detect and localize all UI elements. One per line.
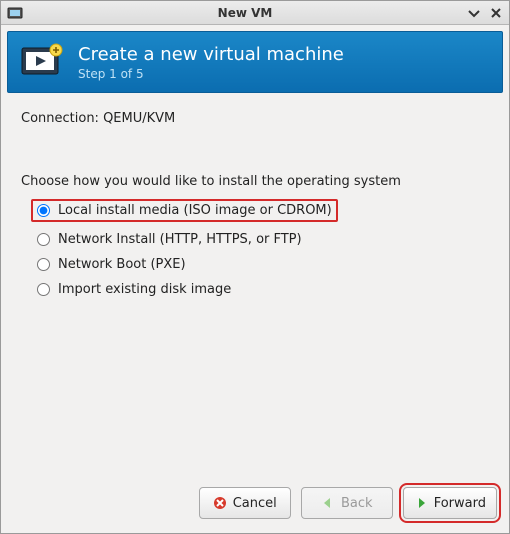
forward-button[interactable]: Forward [403, 487, 497, 519]
back-button: Back [301, 487, 393, 519]
install-option-radio-pxe[interactable] [37, 258, 50, 271]
back-arrow-icon [321, 496, 335, 510]
forward-arrow-icon [414, 496, 428, 510]
install-method-options: Local install media (ISO image or CDROM)… [37, 199, 489, 297]
install-option-label: Network Boot (PXE) [58, 257, 186, 272]
back-label: Back [341, 496, 373, 511]
banner-heading: Create a new virtual machine [78, 44, 344, 65]
install-option-pxe[interactable]: Network Boot (PXE) [37, 257, 489, 272]
titlebar: New VM [1, 1, 509, 25]
banner-step: Step 1 of 5 [78, 67, 344, 81]
app-icon [7, 5, 23, 21]
window-title: New VM [29, 6, 461, 20]
cancel-label: Cancel [233, 496, 277, 511]
forward-label: Forward [434, 496, 486, 511]
install-option-radio-import[interactable] [37, 283, 50, 296]
vm-new-icon [20, 42, 64, 82]
cancel-icon [213, 496, 227, 510]
connection-value: QEMU/KVM [103, 111, 175, 126]
install-option-import[interactable]: Import existing disk image [37, 282, 489, 297]
connection-row: Connection: QEMU/KVM [21, 111, 489, 126]
install-option-label: Local install media (ISO image or CDROM) [58, 203, 332, 218]
install-method-label: Choose how you would like to install the… [21, 174, 489, 189]
new-vm-window: New VM Create a new virtual machine Step… [0, 0, 510, 534]
cancel-button[interactable]: Cancel [199, 487, 291, 519]
wizard-banner: Create a new virtual machine Step 1 of 5 [7, 31, 503, 93]
connection-label: Connection: [21, 111, 99, 126]
close-icon[interactable] [489, 6, 503, 20]
install-option-radio-local[interactable] [37, 204, 50, 217]
install-option-label: Import existing disk image [58, 282, 231, 297]
window-controls [467, 6, 503, 20]
minimize-icon[interactable] [467, 6, 481, 20]
wizard-content: Connection: QEMU/KVM Choose how you woul… [1, 93, 509, 477]
install-option-radio-network[interactable] [37, 233, 50, 246]
install-option-label: Network Install (HTTP, HTTPS, or FTP) [58, 232, 302, 247]
banner-text: Create a new virtual machine Step 1 of 5 [78, 44, 344, 81]
button-bar: Cancel Back Forward [1, 477, 509, 533]
install-option-local[interactable]: Local install media (ISO image or CDROM) [31, 199, 338, 222]
install-option-network[interactable]: Network Install (HTTP, HTTPS, or FTP) [37, 232, 489, 247]
